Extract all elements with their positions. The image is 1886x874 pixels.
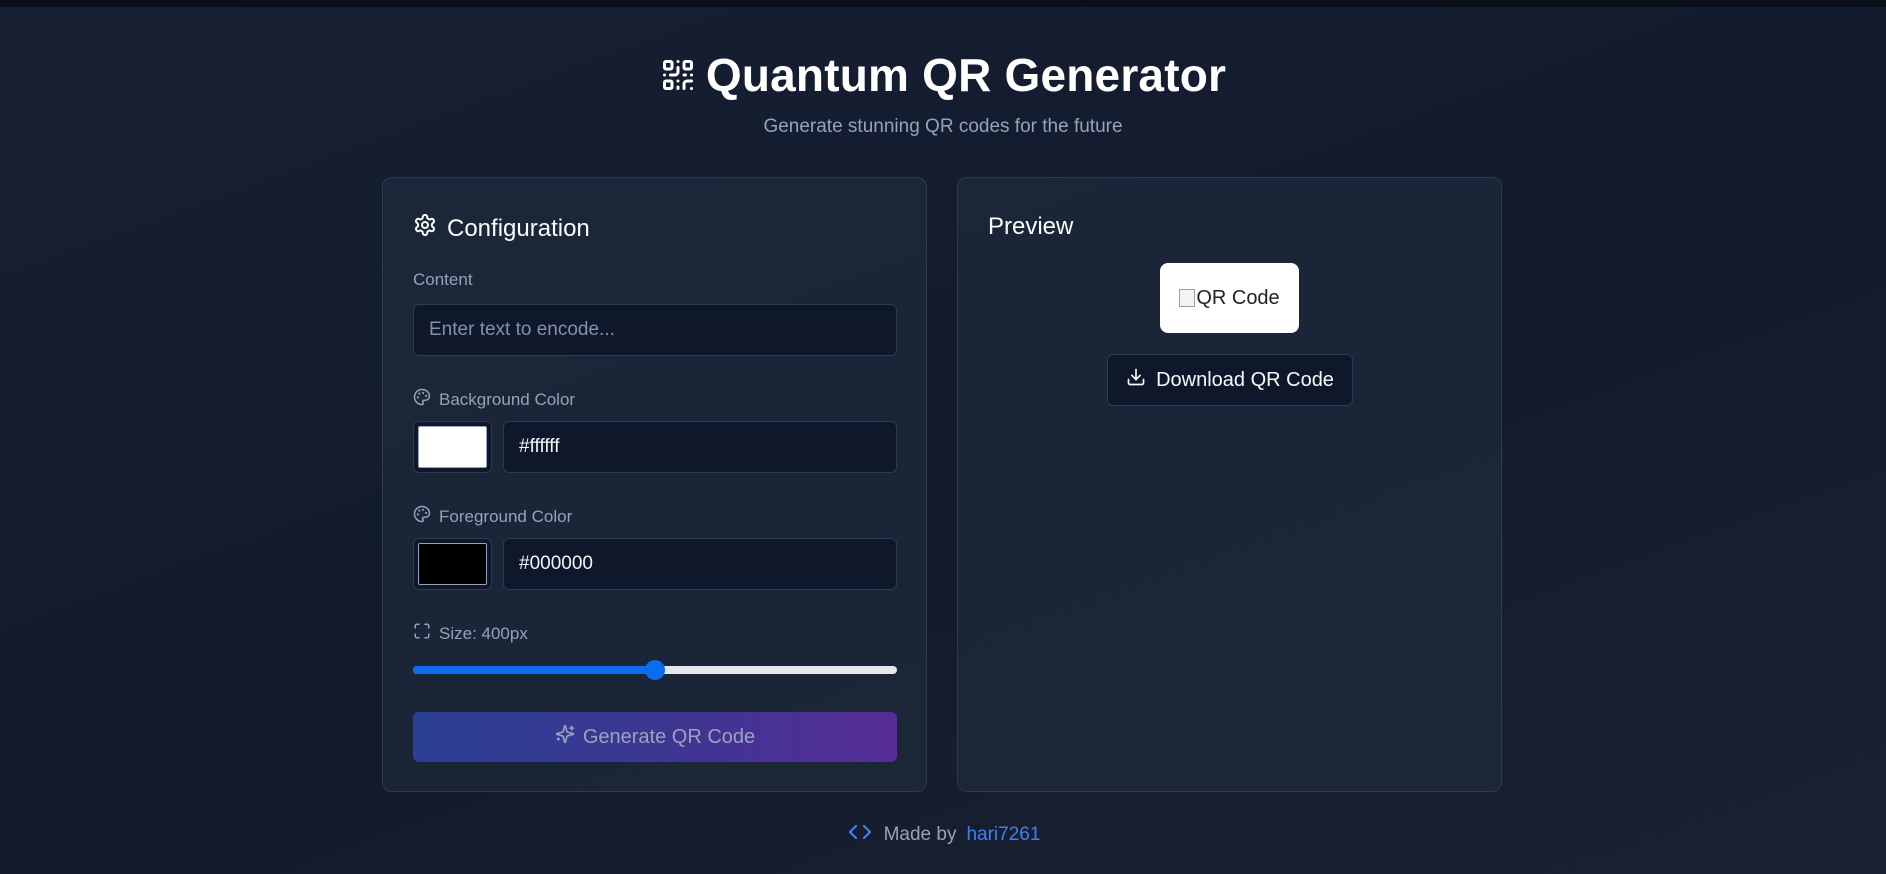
foreground-color-label-text: Foreground Color	[439, 506, 573, 526]
qr-code-image-frame: QR Code	[1160, 263, 1299, 333]
footer-text: Made by	[883, 824, 957, 845]
generate-qr-label: Generate QR Code	[582, 725, 756, 748]
configuration-title: Configuration	[447, 214, 590, 242]
download-qr-label: Download QR Code	[1156, 368, 1334, 391]
page-subtitle: Generate stunning QR codes for the futur…	[763, 116, 1123, 137]
qr-code-icon	[660, 57, 696, 93]
page-header: Quantum QR Generator Generate stunning Q…	[0, 48, 1886, 138]
palette-icon	[413, 505, 431, 528]
qr-code-image: QR Code	[1179, 286, 1280, 310]
size-slider-thumb[interactable]	[645, 660, 665, 680]
background-color-hex-input[interactable]	[503, 421, 897, 473]
generate-qr-button[interactable]: Generate QR Code	[413, 712, 897, 762]
page-title: Quantum QR Generator	[705, 49, 1227, 101]
size-label-text: Size: 400px	[439, 623, 528, 643]
size-slider[interactable]	[413, 660, 897, 680]
size-slider-fill	[413, 666, 655, 674]
foreground-color-hex-input[interactable]	[503, 538, 897, 590]
size-label: Size: 400px	[413, 622, 528, 645]
background-color-swatch	[418, 426, 487, 468]
window-top-bar	[0, 0, 1886, 7]
foreground-color-label: Foreground Color	[413, 505, 572, 528]
configuration-card: Configuration Content Background Color	[382, 177, 927, 792]
sparkles-icon	[555, 724, 575, 750]
gear-icon	[413, 213, 437, 244]
foreground-color-swatch	[418, 543, 487, 585]
palette-icon	[413, 388, 431, 411]
configuration-heading: Configuration	[413, 213, 590, 244]
content-label: Content	[413, 270, 473, 289]
background-color-label: Background Color	[413, 388, 575, 411]
preview-title: Preview	[988, 213, 1074, 240]
title-row: Quantum QR Generator	[660, 48, 1226, 102]
download-qr-button[interactable]: Download QR Code	[1107, 354, 1353, 406]
broken-image-icon	[1179, 289, 1196, 307]
code-icon	[846, 820, 874, 850]
author-link[interactable]: hari7261	[966, 824, 1040, 846]
background-color-picker[interactable]	[413, 421, 492, 473]
foreground-color-picker[interactable]	[413, 538, 492, 590]
download-icon	[1126, 367, 1146, 393]
page-footer: Made by hari7261	[0, 820, 1886, 850]
qr-code-alt-text: QR Code	[1196, 286, 1280, 309]
preview-card: Preview QR Code Download QR Code	[957, 177, 1502, 792]
background-color-label-text: Background Color	[439, 389, 576, 409]
content-input[interactable]	[413, 304, 897, 356]
expand-icon	[413, 622, 431, 645]
